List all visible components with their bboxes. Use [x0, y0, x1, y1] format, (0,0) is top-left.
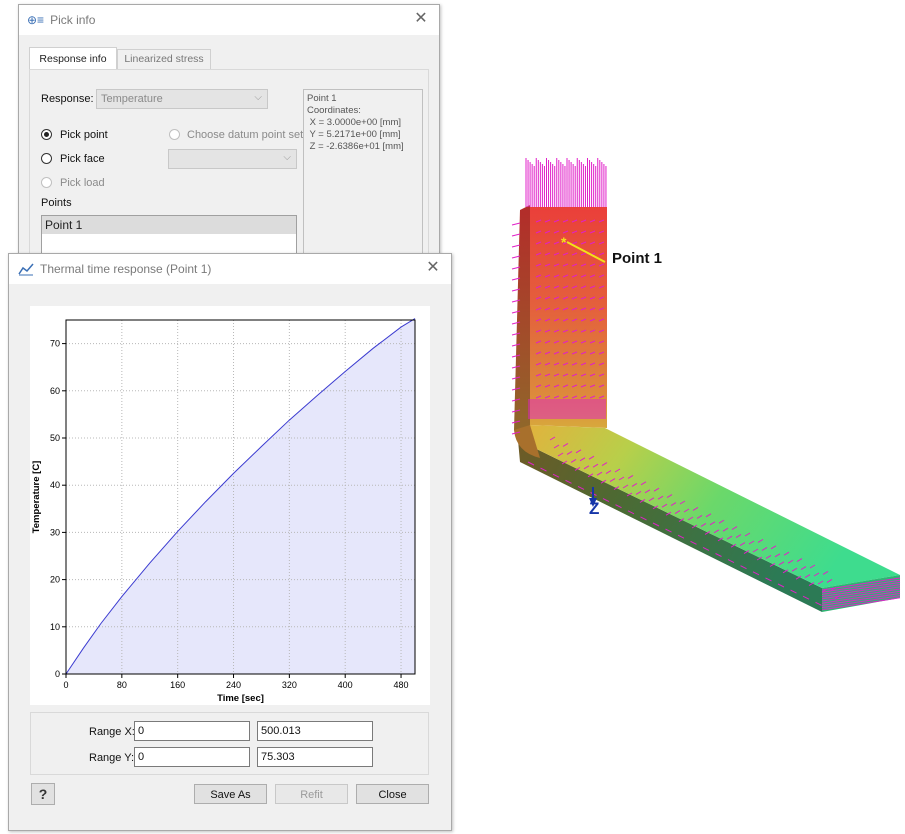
- range-x-label: Range X:: [89, 726, 135, 738]
- pick-info-title: Pick info: [50, 13, 96, 27]
- chevron-down-icon: ⌵: [283, 152, 291, 163]
- tab-linearized-stress[interactable]: Linearized stress: [117, 49, 211, 69]
- response-select-value: Temperature: [101, 93, 163, 105]
- chart-area: 0 80 160 240 320 400 480 0 10 20 30 40 50 60 70 Time [s…: [30, 306, 430, 705]
- close-button[interactable]: Close: [356, 784, 429, 804]
- chart-line-icon: [18, 262, 34, 276]
- range-x-max-input[interactable]: 500.013: [257, 721, 373, 741]
- pick-point-radio[interactable]: [41, 129, 52, 140]
- z-axis-label: Z: [589, 499, 600, 518]
- pick-info-icon: ⊕≡: [27, 13, 45, 27]
- pick-info-titlebar: ⊕≡ Pick info ✕: [19, 5, 439, 35]
- point-info-panel: Point 1 Coordinates: X = 3.0000e+00 [mm]…: [303, 89, 423, 265]
- choose-datum-label: Choose datum point set: [187, 129, 304, 141]
- choose-datum-radio[interactable]: [169, 129, 180, 140]
- x-tick-label: 0: [63, 680, 68, 690]
- datum-select[interactable]: ⌵: [168, 149, 297, 169]
- pick-load-radio[interactable]: [41, 177, 52, 188]
- close-icon[interactable]: ✕: [411, 9, 431, 29]
- series-area: [66, 318, 415, 674]
- pick-face-radio[interactable]: [41, 153, 52, 164]
- range-y-min-input[interactable]: 0: [134, 747, 250, 767]
- tab-response-info[interactable]: Response info: [29, 47, 117, 70]
- pick-info-window: ⊕≡ Pick info ✕ Response info Linearized …: [18, 4, 440, 267]
- chevron-down-icon: ⌵: [254, 92, 262, 103]
- x-axis-label: Time [sec]: [217, 693, 264, 704]
- x-tick-label: 240: [226, 680, 241, 690]
- svg-text:*: *: [561, 234, 567, 250]
- model-viewport[interactable]: * Point 1 Z: [450, 0, 905, 834]
- model-vertical-front: [530, 207, 607, 428]
- points-label: Points: [41, 197, 72, 209]
- close-icon[interactable]: ✕: [423, 258, 443, 278]
- load-arrow: [511, 244, 521, 248]
- response-select[interactable]: Temperature ⌵: [96, 89, 268, 109]
- x-tick-label: 400: [338, 680, 353, 690]
- list-item[interactable]: Point 1: [42, 216, 296, 234]
- fea-model-render: *: [511, 158, 901, 612]
- y-tick-label: 20: [50, 575, 60, 585]
- x-tick-label: 80: [117, 680, 127, 690]
- range-y-label: Range Y:: [89, 752, 135, 764]
- help-button[interactable]: ?: [31, 783, 55, 805]
- save-as-button[interactable]: Save As: [194, 784, 267, 804]
- info-line: Point 1: [307, 93, 337, 104]
- thermal-response-window: Thermal time response (Point 1) ✕ 0 80 160…: [8, 253, 452, 831]
- pick-point-label: Pick point: [60, 129, 108, 141]
- thermal-titlebar: Thermal time response (Point 1) ✕: [9, 254, 451, 284]
- x-tick-label: 320: [282, 680, 297, 690]
- info-line: Coordinates:: [307, 105, 361, 116]
- load-arrow: [511, 233, 521, 237]
- temperature-chart: 0 80 160 240 320 400 480 0 10 20 30 40 50 60 70 Time [s…: [31, 318, 416, 704]
- range-x-min-input[interactable]: 0: [134, 721, 250, 741]
- load-arrow: [511, 222, 521, 226]
- refit-button[interactable]: Refit: [275, 784, 348, 804]
- point-label: Point 1: [612, 250, 663, 267]
- y-tick-label: 10: [50, 622, 60, 632]
- x-tick-label: 160: [170, 680, 185, 690]
- y-tick-label: 0: [55, 669, 60, 679]
- info-line: Y = 5.2171e+00 [mm]: [307, 129, 401, 140]
- response-label: Response:: [41, 93, 94, 105]
- pick-load-label: Pick load: [60, 177, 105, 189]
- model-horizontal-top: [518, 425, 900, 588]
- y-tick-label: 40: [50, 480, 60, 490]
- range-y-max-input[interactable]: 75.303: [257, 747, 373, 767]
- y-tick-label: 60: [50, 386, 60, 396]
- pick-face-label: Pick face: [60, 153, 105, 165]
- y-axis-label: Temperature [C]: [31, 461, 42, 534]
- x-tick-label: 480: [394, 680, 409, 690]
- y-tick-label: 50: [50, 433, 60, 443]
- info-line: Z = -2.6386e+01 [mm]: [307, 141, 404, 152]
- info-line: X = 3.0000e+00 [mm]: [307, 117, 402, 128]
- thermal-title: Thermal time response (Point 1): [40, 262, 212, 276]
- y-tick-label: 30: [50, 527, 60, 537]
- y-tick-label: 70: [50, 339, 60, 349]
